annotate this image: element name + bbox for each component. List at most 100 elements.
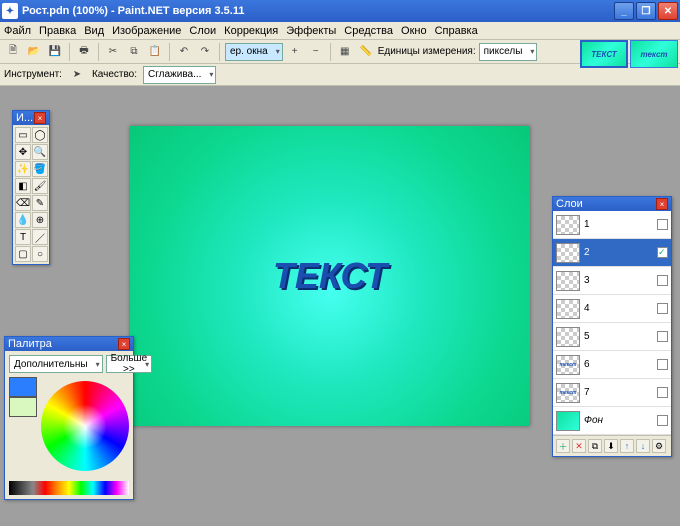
units-label: Единицы измерения: — [378, 46, 476, 57]
layer-row[interactable]: текст7 — [553, 379, 671, 407]
palette-panel[interactable]: Палитра × Дополнительны Больше >> — [4, 336, 134, 500]
tools-panel-header[interactable]: И... × — [13, 111, 49, 125]
tool-rect-select[interactable]: ▭ — [15, 127, 31, 143]
doc-thumb-2[interactable]: текст — [630, 40, 678, 68]
tool-pencil[interactable]: ✎ — [32, 195, 48, 211]
separator — [98, 43, 99, 61]
menu-effects[interactable]: Эффекты — [286, 25, 336, 37]
ruler-button[interactable]: 📏 — [357, 43, 375, 61]
main-toolbar: 🗎 📂 💾 🖶 ✂ ⧉ 📋 ↶ ↷ ер. окна + − ▦ 📏 Едини… — [0, 40, 680, 64]
layer-visible-checkbox[interactable] — [657, 359, 668, 370]
minimize-button[interactable]: _ — [614, 2, 634, 20]
separator — [219, 43, 220, 61]
layers-header[interactable]: Слои × — [553, 197, 671, 211]
menu-layers[interactable]: Слои — [189, 25, 216, 37]
tool-clone[interactable]: ⊕ — [32, 212, 48, 228]
layer-add-button[interactable]: ＋ — [556, 439, 570, 453]
tools-panel[interactable]: И... × ▭ ◯ ✥ 🔍 ✨ 🪣 ◧ 🖌 ⌫ ✎ 💧 ⊕ T ／ ▢ ○ — [12, 110, 50, 265]
save-button[interactable]: 💾 — [46, 43, 64, 61]
tool-eraser[interactable]: ⌫ — [15, 195, 31, 211]
quality-select[interactable]: Сглажива... — [143, 66, 216, 84]
tool-wand[interactable]: ✨ — [15, 161, 31, 177]
menu-tools[interactable]: Средства — [344, 25, 393, 37]
new-button[interactable]: 🗎 — [4, 43, 22, 61]
palette-more-button[interactable]: Больше >> — [106, 355, 153, 373]
print-button[interactable]: 🖶 — [75, 43, 93, 61]
paste-button[interactable]: 📋 — [146, 43, 164, 61]
secondary-color[interactable] — [9, 397, 37, 417]
tool-gradient[interactable]: ◧ — [15, 178, 31, 194]
menu-image[interactable]: Изображение — [112, 25, 181, 37]
tool-line[interactable]: ／ — [32, 229, 48, 245]
layer-props-button[interactable]: ⚙ — [652, 439, 666, 453]
layer-name: 7 — [584, 387, 653, 398]
tool-zoom[interactable]: 🔍 — [32, 144, 48, 160]
redo-button[interactable]: ↷ — [196, 43, 214, 61]
layer-name: 1 — [584, 219, 653, 230]
canvas[interactable]: ТЕКСТ — [130, 126, 530, 426]
tool-ellipse[interactable]: ○ — [32, 246, 48, 262]
tool-move[interactable]: ✥ — [15, 144, 31, 160]
layer-row[interactable]: 4 — [553, 295, 671, 323]
zoom-in-button[interactable]: + — [286, 43, 304, 61]
primary-color[interactable] — [9, 377, 37, 397]
layer-up-button[interactable]: ↑ — [620, 439, 634, 453]
layer-visible-checkbox[interactable] — [657, 303, 668, 314]
layer-name: 4 — [584, 303, 653, 314]
color-strip[interactable] — [9, 481, 129, 495]
layer-name: 6 — [584, 359, 653, 370]
zoom-select[interactable]: ер. окна — [225, 43, 283, 61]
menu-file[interactable]: Файл — [4, 25, 31, 37]
quality-label: Качество: — [92, 69, 137, 80]
separator — [330, 43, 331, 61]
undo-button[interactable]: ↶ — [175, 43, 193, 61]
canvas-text: ТЕКСТ — [273, 255, 387, 297]
tool-text[interactable]: T — [15, 229, 31, 245]
layer-row[interactable]: 3 — [553, 267, 671, 295]
cut-button[interactable]: ✂ — [104, 43, 122, 61]
layer-visible-checkbox[interactable] — [657, 387, 668, 398]
doc-thumb-1[interactable]: ТЕКСТ — [580, 40, 628, 68]
layers-panel[interactable]: Слои × 12345текст6текст7Фон ＋ ✕ ⧉ ⬇ ↑ ↓ … — [552, 196, 672, 457]
layer-delete-button[interactable]: ✕ — [572, 439, 586, 453]
layer-visible-checkbox[interactable] — [657, 247, 668, 258]
layer-down-button[interactable]: ↓ — [636, 439, 650, 453]
layer-row[interactable]: Фон — [553, 407, 671, 435]
layer-merge-button[interactable]: ⬇ — [604, 439, 618, 453]
open-button[interactable]: 📂 — [25, 43, 43, 61]
layer-row[interactable]: 5 — [553, 323, 671, 351]
zoom-out-button[interactable]: − — [307, 43, 325, 61]
current-tool-icon[interactable]: ➤ — [68, 66, 86, 84]
grid-button[interactable]: ▦ — [336, 43, 354, 61]
tool-brush[interactable]: 🖌 — [32, 178, 48, 194]
layer-visible-checkbox[interactable] — [657, 331, 668, 342]
menu-adjust[interactable]: Коррекция — [224, 25, 278, 37]
tool-lasso[interactable]: ◯ — [32, 127, 48, 143]
palette-mode-select[interactable]: Дополнительны — [9, 355, 103, 373]
layer-row[interactable]: 1 — [553, 211, 671, 239]
palette-close[interactable]: × — [118, 338, 130, 350]
layer-name: 2 — [584, 247, 653, 258]
layer-visible-checkbox[interactable] — [657, 275, 668, 286]
maximize-button[interactable]: ❐ — [636, 2, 656, 20]
menu-view[interactable]: Вид — [84, 25, 104, 37]
palette-header[interactable]: Палитра × — [5, 337, 133, 351]
layer-visible-checkbox[interactable] — [657, 219, 668, 230]
layer-thumb-icon — [556, 411, 580, 431]
layer-row[interactable]: 2 — [553, 239, 671, 267]
menu-edit[interactable]: Правка — [39, 25, 76, 37]
menu-help[interactable]: Справка — [435, 25, 478, 37]
layers-close[interactable]: × — [656, 198, 668, 210]
tool-picker[interactable]: 💧 — [15, 212, 31, 228]
layer-visible-checkbox[interactable] — [657, 415, 668, 426]
layer-duplicate-button[interactable]: ⧉ — [588, 439, 602, 453]
layer-row[interactable]: текст6 — [553, 351, 671, 379]
color-wheel[interactable] — [41, 381, 129, 471]
copy-button[interactable]: ⧉ — [125, 43, 143, 61]
tool-bucket[interactable]: 🪣 — [32, 161, 48, 177]
units-select[interactable]: пикселы — [479, 43, 538, 61]
close-button[interactable]: ✕ — [658, 2, 678, 20]
tools-panel-close[interactable]: × — [34, 112, 46, 124]
menu-window[interactable]: Окно — [401, 25, 427, 37]
tool-rect[interactable]: ▢ — [15, 246, 31, 262]
